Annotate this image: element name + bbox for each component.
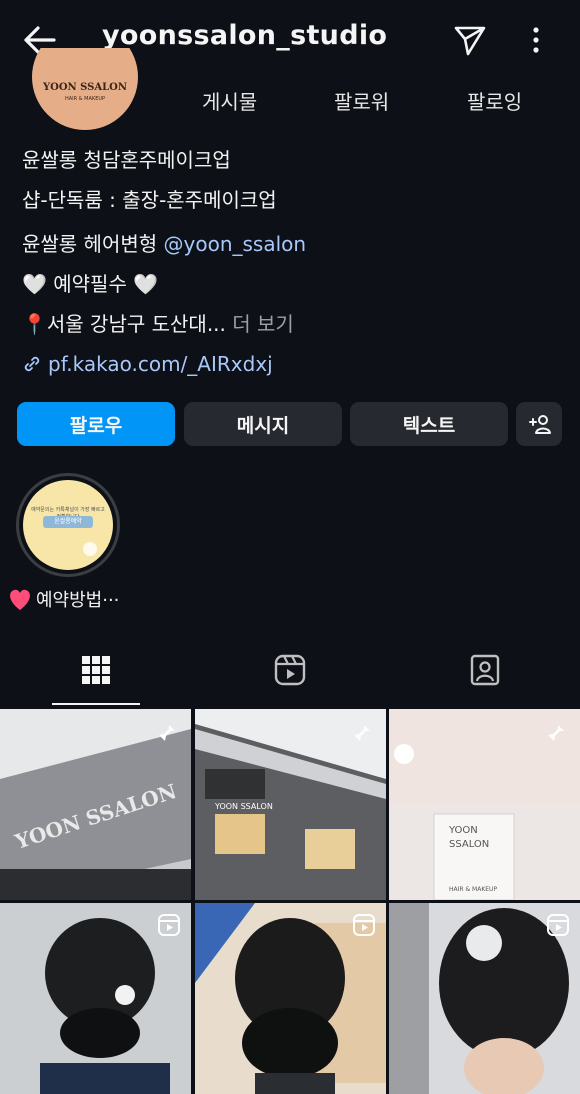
cell3-sign-1: YOON bbox=[448, 825, 478, 836]
bio-location-text: 📍서울 강남구 도산대... bbox=[22, 312, 226, 336]
bio-external-link[interactable]: pf.kakao.com/_AIRxdxj bbox=[22, 352, 273, 376]
stat-following[interactable]: 팔로잉 bbox=[467, 86, 522, 115]
message-button[interactable]: 메시지 bbox=[184, 402, 342, 446]
pin-icon bbox=[548, 721, 564, 741]
paper-plane-icon[interactable] bbox=[452, 22, 488, 58]
profile-avatar[interactable]: YOON SSALON HAIR & MAKEUP bbox=[32, 48, 138, 130]
profile-username: yoonssalon_studio bbox=[102, 20, 388, 51]
highlight-label-text: 예약방법··· bbox=[36, 590, 120, 611]
flower-decoration bbox=[83, 542, 97, 556]
reel-icon bbox=[158, 914, 180, 936]
bio-line-5: 📍서울 강남구 도산대... 더 보기 bbox=[22, 308, 294, 337]
highlight-label[interactable]: 예약방법··· bbox=[6, 586, 119, 612]
add-user-icon bbox=[529, 415, 551, 434]
grid-icon[interactable] bbox=[78, 652, 114, 688]
reels-icon[interactable] bbox=[272, 652, 308, 688]
highlight-cover-tag: 윤쌀롱예약 bbox=[43, 516, 93, 528]
grid-post-6[interactable] bbox=[389, 903, 580, 1094]
tab-indicator bbox=[52, 703, 140, 705]
grid-post-2[interactable]: YOON SSALON bbox=[195, 709, 386, 900]
add-user-button[interactable] bbox=[516, 402, 562, 446]
grid-post-5[interactable] bbox=[195, 903, 386, 1094]
bio-line-4: 🤍 예약필수 🤍 bbox=[22, 272, 159, 296]
text-button[interactable]: 텍스트 bbox=[350, 402, 508, 446]
bio-more-link[interactable]: 더 보기 bbox=[226, 312, 294, 336]
more-vertical-icon[interactable] bbox=[522, 22, 550, 58]
reel-icon bbox=[353, 914, 375, 936]
pin-icon bbox=[159, 721, 175, 741]
bio-line-3: 윤쌀롱 헤어변형 @yoon_ssalon bbox=[22, 228, 306, 257]
bio-line-2: 샵-단독룸 : 출장-혼주메이크업 bbox=[22, 188, 277, 212]
stat-posts[interactable]: 게시물 bbox=[202, 86, 257, 115]
highlight-cover[interactable]: 예약문의는 카톡채널이 가장 빠르고 정확합니다 윤쌀롱예약 bbox=[23, 480, 113, 570]
cell3-sign-3: HAIR & MAKEUP bbox=[449, 886, 497, 893]
grid-post-1[interactable]: YOON SSALON bbox=[0, 709, 191, 900]
tagged-icon[interactable] bbox=[467, 652, 503, 688]
bio-link-text: pf.kakao.com/_AIRxdxj bbox=[48, 352, 273, 376]
heart-icon bbox=[10, 589, 30, 610]
avatar-logo-subtext: HAIR & MAKEUP bbox=[64, 96, 106, 102]
grid-post-3[interactable]: YOON SSALON HAIR & MAKEUP bbox=[389, 709, 580, 900]
avatar: YOON SSALON HAIR & MAKEUP bbox=[32, 48, 138, 130]
bio-line-3-text: 윤쌀롱 헤어변형 bbox=[22, 232, 164, 256]
grid-post-4[interactable] bbox=[0, 903, 191, 1094]
link-icon bbox=[24, 356, 40, 372]
bio-line-1: 윤쌀롱 청담혼주메이크업 bbox=[22, 148, 231, 172]
cell2-sign: YOON SSALON bbox=[214, 802, 273, 811]
stat-followers[interactable]: 팔로워 bbox=[334, 86, 389, 115]
reel-icon bbox=[547, 914, 569, 936]
follow-button[interactable]: 팔로우 bbox=[17, 402, 175, 446]
pin-icon bbox=[354, 721, 370, 741]
avatar-logo-text: YOON SSALON bbox=[42, 82, 128, 93]
bio-mention-link[interactable]: @yoon_ssalon bbox=[164, 232, 307, 256]
cell3-sign-2: SSALON bbox=[449, 839, 489, 850]
